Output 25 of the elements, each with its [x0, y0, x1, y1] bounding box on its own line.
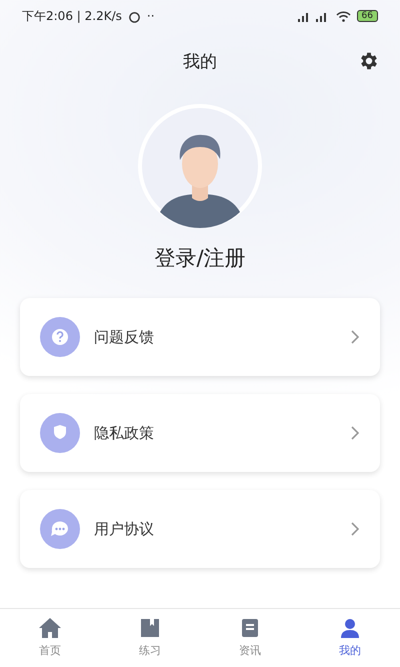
- status-dots: ··: [146, 9, 155, 23]
- tab[interactable]: 首页: [0, 609, 100, 667]
- chevron-right-icon: [350, 330, 360, 344]
- document-icon: [239, 617, 261, 639]
- settings-icon[interactable]: [358, 50, 380, 72]
- alarm-icon: [128, 10, 141, 22]
- menu-item[interactable]: 隐私政策: [20, 394, 380, 472]
- person-icon: [339, 617, 361, 639]
- chevron-right-icon: [350, 522, 360, 536]
- book-icon: [139, 617, 161, 639]
- tab[interactable]: 我的: [300, 609, 400, 667]
- wifi-icon: [336, 10, 351, 22]
- home-icon: [38, 617, 62, 639]
- chat-bubble-icon: [40, 509, 80, 549]
- page-title: 我的: [183, 50, 217, 72]
- menu-item[interactable]: 用户协议: [20, 490, 380, 568]
- status-time: 下午2:06 | 2.2K/s: [22, 8, 122, 24]
- shield-icon: [40, 413, 80, 453]
- menu-item[interactable]: 问题反馈: [20, 298, 380, 376]
- battery-level: 66: [356, 10, 378, 22]
- tab[interactable]: 资讯: [200, 609, 300, 667]
- chevron-right-icon: [350, 426, 360, 440]
- question-icon: [40, 317, 80, 357]
- login-register-link[interactable]: 登录/注册: [154, 244, 246, 272]
- tab[interactable]: 练习: [100, 609, 200, 667]
